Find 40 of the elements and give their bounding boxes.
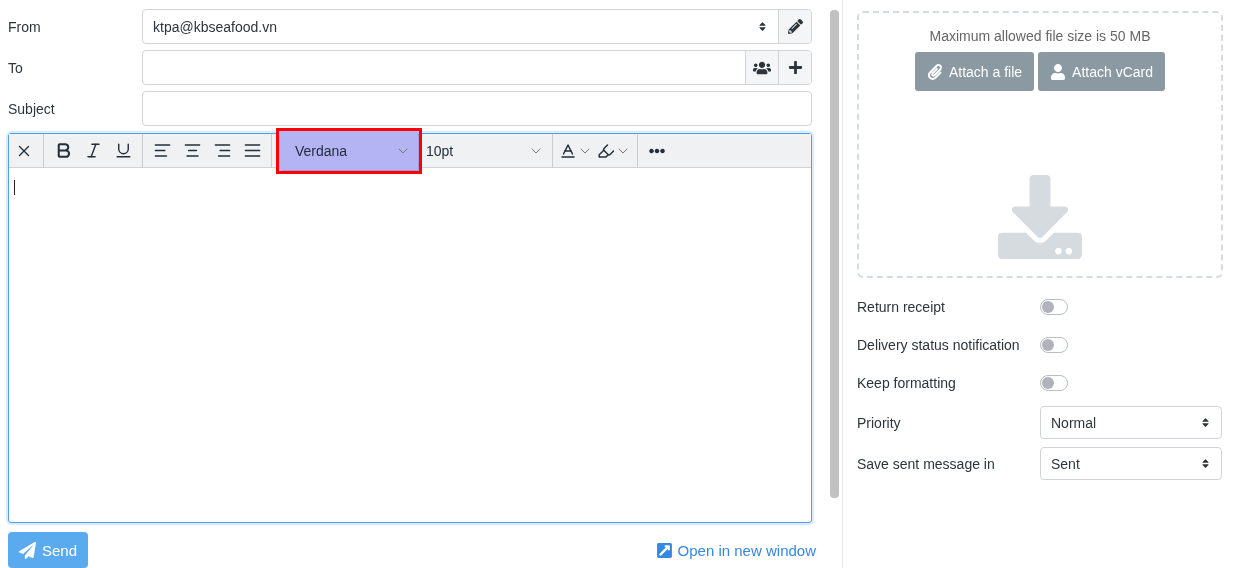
option-label: Delivery status notification — [857, 337, 1021, 353]
toggle-switch[interactable] — [1040, 337, 1068, 353]
option-select[interactable]: Normal — [1040, 406, 1222, 439]
text-cursor — [14, 180, 15, 195]
sort-icon — [1200, 417, 1211, 428]
edit-button[interactable] — [778, 10, 811, 43]
plus-icon — [787, 60, 803, 75]
field-label: To — [8, 59, 24, 76]
letter-a-icon — [559, 141, 577, 160]
option-select[interactable]: Sent — [1040, 447, 1222, 480]
download-icon — [998, 175, 1082, 259]
external-link-icon — [655, 542, 673, 559]
align-center-icon — [182, 141, 202, 160]
option-label: Keep formatting — [857, 375, 957, 391]
toggle-switch[interactable] — [1040, 375, 1068, 391]
contacts-button[interactable] — [745, 51, 778, 84]
font-select[interactable]: Verdana — [276, 128, 422, 174]
align-left-icon — [152, 141, 172, 160]
option-label: Return receipt — [857, 299, 946, 315]
paperclip-icon — [926, 63, 943, 80]
input-field[interactable] — [142, 50, 812, 85]
align-right-icon — [212, 141, 232, 160]
justify-icon — [242, 141, 262, 160]
font-size-select[interactable]: 10pt — [422, 136, 548, 165]
field-label: Subject — [8, 100, 56, 117]
size-hint: Maximum allowed file size is 50 MB — [929, 28, 1151, 44]
person-icon — [1050, 63, 1067, 80]
add-button[interactable] — [778, 51, 811, 84]
open-window-link[interactable]: Open in new window — [655, 542, 816, 559]
toggle-switch[interactable] — [1040, 299, 1068, 315]
sort-icon — [757, 21, 768, 32]
sender-select[interactable]: ktpa@kbseafood.vn — [142, 9, 812, 44]
pencil-icon — [787, 19, 803, 34]
option-label: Save sent message in — [857, 455, 996, 472]
sort-icon — [1200, 458, 1211, 469]
option-label: Priority — [857, 414, 902, 431]
marker-icon — [597, 141, 615, 160]
paper-plane-icon — [19, 541, 36, 559]
input-field[interactable] — [142, 91, 812, 126]
field-label: From — [8, 18, 42, 35]
